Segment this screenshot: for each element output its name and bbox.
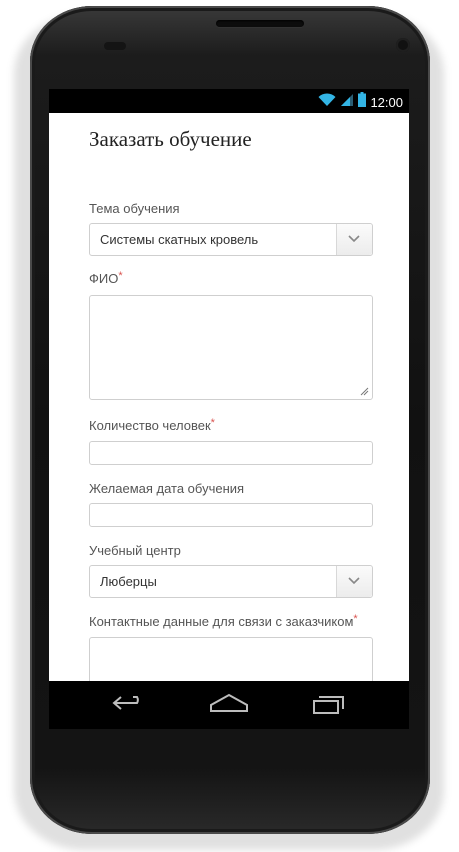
topic-label-text: Тема обучения [89, 201, 180, 216]
fio-label: ФИО* [89, 270, 123, 286]
status-icons: 12:00 [318, 92, 403, 112]
contacts-label: Контактные данные для связи с заказчиком… [89, 613, 358, 629]
people-count-label: Количество человек* [89, 417, 215, 433]
contacts-textarea[interactable] [89, 637, 373, 681]
earpiece-speaker [216, 20, 304, 27]
center-select-toggle[interactable] [336, 566, 372, 597]
center-label: Учебный центр [89, 543, 181, 558]
signal-icon [340, 93, 354, 112]
people-count-input[interactable] [89, 441, 373, 465]
topic-select-toggle[interactable] [336, 224, 372, 255]
navigation-bar [49, 681, 409, 729]
front-camera [396, 38, 410, 52]
people-count-label-text: Количество человек [89, 418, 211, 433]
resize-grip-icon[interactable] [360, 387, 369, 396]
topic-select[interactable]: Системы скатных кровель [89, 223, 373, 256]
wifi-icon [318, 92, 336, 112]
home-icon[interactable] [209, 691, 249, 720]
battery-icon [358, 92, 367, 112]
proximity-sensor [104, 42, 126, 50]
contacts-label-text: Контактные данные для связи с заказчиком [89, 614, 354, 629]
status-bar: 12:00 [49, 89, 409, 113]
desired-date-input[interactable] [89, 503, 373, 527]
phone-screen: 12:00 Заказать обучение Тема обучения Си… [49, 89, 409, 681]
desired-date-label-text: Желаемая дата обучения [89, 481, 245, 496]
center-select-value: Люберцы [100, 574, 157, 589]
center-select[interactable]: Люберцы [89, 565, 373, 598]
back-icon[interactable] [111, 691, 147, 720]
topic-select-value: Системы скатных кровель [100, 232, 259, 247]
status-time: 12:00 [370, 94, 403, 110]
chevron-down-icon [348, 235, 360, 243]
fio-label-text: ФИО [89, 271, 119, 286]
required-mark: * [118, 270, 123, 282]
fio-textarea[interactable] [89, 295, 373, 400]
chevron-down-icon [348, 577, 360, 585]
required-mark: * [210, 417, 215, 429]
page-title: Заказать обучение [89, 127, 252, 151]
required-mark: * [353, 613, 358, 625]
desired-date-label: Желаемая дата обучения [89, 481, 244, 496]
center-label-text: Учебный центр [89, 543, 181, 558]
recent-apps-icon[interactable] [311, 691, 347, 720]
topic-label: Тема обучения [89, 201, 180, 216]
